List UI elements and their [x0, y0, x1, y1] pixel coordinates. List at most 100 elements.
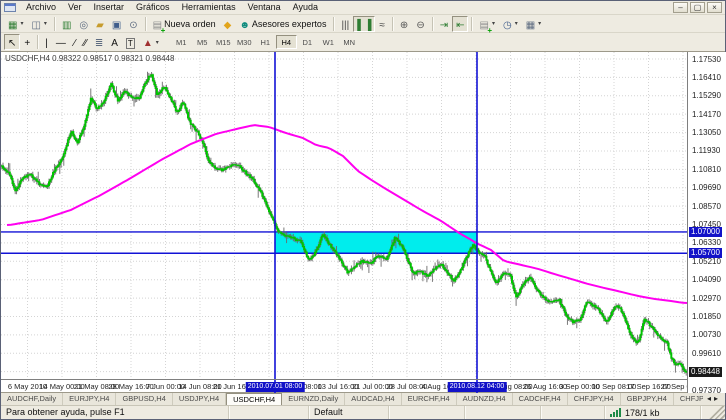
- price-axis-label: 1.01850: [692, 312, 721, 321]
- market-watch-button[interactable]: ▥: [58, 16, 75, 32]
- menu-items: ArchivoVerInsertarGráficosHerramientasVe…: [20, 1, 324, 14]
- new-chart-dropdown-icon[interactable]: ▾: [20, 20, 23, 27]
- new-chart-button[interactable]: ▦▾: [4, 16, 27, 32]
- navigator-button[interactable]: ▰: [92, 16, 108, 32]
- timeframe-m1[interactable]: M1: [171, 35, 192, 49]
- price-axis-label: 0.99610: [692, 349, 721, 358]
- chart-shift-button[interactable]: ⇤: [452, 16, 468, 32]
- chart-tab-gbpusd-h4[interactable]: GBPUSD,H4: [116, 393, 172, 405]
- chart-area[interactable]: USDCHF,H4 0.98322 0.98517 0.98321 0.9844…: [1, 52, 725, 393]
- tab-scroll-arrows[interactable]: ◂▸: [703, 393, 725, 405]
- timeframe-m5[interactable]: M5: [192, 35, 213, 49]
- periods-icon: ◷: [503, 20, 512, 31]
- timeframe-d1[interactable]: D1: [297, 35, 318, 49]
- horizontal-line-tool-button[interactable]: —: [52, 34, 70, 50]
- arrows-tool-dropdown-icon[interactable]: ▾: [156, 39, 159, 46]
- toolbar-separator: [145, 17, 146, 31]
- status-profile[interactable]: Default: [309, 406, 389, 419]
- templates-dropdown-icon[interactable]: ▾: [538, 20, 541, 27]
- minimize-button[interactable]: –: [673, 2, 688, 13]
- menu-archivo[interactable]: Archivo: [20, 1, 62, 14]
- market-watch-icon: ▥: [62, 20, 71, 31]
- templates-button[interactable]: ▦▾: [522, 16, 545, 32]
- mt4-window: ArchivoVerInsertarGráficosHerramientasVe…: [0, 0, 726, 420]
- profiles-button[interactable]: ◫▾: [27, 16, 50, 32]
- tab-scroll-right-icon[interactable]: ▸: [714, 394, 721, 403]
- periods-dropdown-icon[interactable]: ▾: [515, 20, 518, 27]
- candlestick-mode-button[interactable]: ▌▐: [353, 16, 375, 32]
- terminal-icon: ▣: [112, 20, 121, 31]
- tab-scroll-left-icon[interactable]: ◂: [707, 394, 714, 403]
- strategy-tester-button[interactable]: ⊙: [125, 16, 141, 32]
- vertical-line-tool-button[interactable]: |: [41, 34, 52, 50]
- timeframe-h4[interactable]: H4: [276, 35, 297, 49]
- chart-tab-audcad-h4[interactable]: AUDCAD,H4: [345, 393, 401, 405]
- expert-advisors-button[interactable]: ☻Asesores expertos: [235, 16, 330, 32]
- periods-button[interactable]: ◷▾: [499, 16, 522, 32]
- timeframe-m30[interactable]: M30: [234, 35, 255, 49]
- chart-tab-usdjpy-h4[interactable]: USDJPY,H4: [173, 393, 226, 405]
- indicators-button[interactable]: ▤+▾: [475, 16, 498, 32]
- chart-tab-audchf-daily[interactable]: AUDCHF,Daily: [1, 393, 63, 405]
- templates-icon: ▦: [526, 20, 535, 31]
- channel-tool-button[interactable]: ∕∕: [80, 34, 91, 50]
- new-order-button[interactable]: ▤+Nueva orden: [149, 16, 220, 32]
- price-axis[interactable]: 1.175301.164101.152901.141701.130501.119…: [687, 52, 726, 393]
- new-order-label: Nueva orden: [164, 19, 216, 29]
- crosshair-icon: +: [24, 38, 30, 49]
- timeframe-mn[interactable]: MN: [339, 35, 360, 49]
- profiles-icon: ◫: [31, 20, 40, 31]
- menu-herramientas[interactable]: Herramientas: [176, 1, 242, 14]
- close-button[interactable]: ×: [707, 2, 722, 13]
- timeframe-w1[interactable]: W1: [318, 35, 339, 49]
- time-axis[interactable]: 6 May 201014 May 00:0021 May 08:0028 May…: [1, 380, 687, 393]
- timeframe-m15[interactable]: M15: [213, 35, 234, 49]
- price-axis-label: 1.11930: [692, 146, 720, 155]
- text-tool-button[interactable]: A: [107, 34, 122, 50]
- arrows-tool-button[interactable]: ▲▾: [139, 34, 163, 50]
- chart-tab-eurnzd-daily[interactable]: EURNZD,Daily: [282, 393, 345, 405]
- zoom-in-button[interactable]: ⊕: [396, 16, 412, 32]
- metaeditor-button[interactable]: ◆: [220, 16, 236, 32]
- cursor-button[interactable]: ↖: [4, 34, 20, 50]
- chart-tab-gbpjpy-h4[interactable]: GBPJPY,H4: [621, 393, 674, 405]
- profiles-dropdown-icon[interactable]: ▾: [44, 20, 47, 27]
- menu-gr-ficos[interactable]: Gráficos: [130, 1, 176, 14]
- menu-ventana[interactable]: Ventana: [242, 1, 287, 14]
- chart-tab-eurjpy-h4[interactable]: EURJPY,H4: [63, 393, 116, 405]
- chart-ohlc-title: USDCHF,H4 0.98322 0.98517 0.98321 0.9844…: [5, 54, 174, 63]
- plus-badge-icon: +: [487, 27, 492, 35]
- menu-insertar[interactable]: Insertar: [88, 1, 131, 14]
- zoom-in-icon: ⊕: [400, 20, 408, 31]
- trendline-tool-button[interactable]: ∕: [70, 34, 80, 50]
- hline-price-tag: 1.07000: [689, 227, 722, 237]
- bar-chart-mode-button[interactable]: |||: [337, 16, 353, 32]
- fibonacci-tool-button[interactable]: ≣: [91, 34, 107, 50]
- price-axis-label: 1.13050: [692, 128, 721, 137]
- status-cell-empty-1: [229, 406, 309, 419]
- chart-tab-usdchf-h4[interactable]: USDCHF,H4: [226, 393, 282, 405]
- label-tool-button[interactable]: T: [122, 34, 139, 50]
- auto-scroll-button[interactable]: ⇥: [436, 16, 452, 32]
- chart-tab-audnzd-h4[interactable]: AUDNZD,H4: [457, 393, 513, 405]
- terminal-button[interactable]: ▣: [108, 16, 125, 32]
- timeframe-bar: M1M5M15M30H1H4D1W1MN: [171, 35, 360, 49]
- resize-grip[interactable]: [701, 406, 725, 419]
- chart-tab-eurchf-h4[interactable]: EURCHF,H4: [402, 393, 457, 405]
- indicators-dropdown-icon[interactable]: ▾: [492, 20, 495, 27]
- vertical-line-tool-icon: |: [45, 38, 48, 49]
- menu-ayuda[interactable]: Ayuda: [287, 1, 324, 14]
- data-window-button[interactable]: ◎: [75, 16, 92, 32]
- strategy-tester-icon: ⊙: [129, 20, 137, 31]
- chart-tab-chfjpy-h4[interactable]: CHFJPY,H4: [568, 393, 621, 405]
- chart-tab-cadchf-h4[interactable]: CADCHF,H4: [513, 393, 568, 405]
- timeframe-h1[interactable]: H1: [255, 35, 276, 49]
- menu-ver[interactable]: Ver: [62, 1, 88, 14]
- restore-button[interactable]: ▢: [690, 2, 705, 13]
- line-chart-mode-button[interactable]: ≈: [375, 16, 389, 32]
- chart-canvas[interactable]: [1, 52, 687, 393]
- zoom-out-button[interactable]: ⊖: [412, 16, 428, 32]
- cursor-icon: ↖: [8, 38, 16, 49]
- crosshair-button[interactable]: +: [20, 34, 34, 50]
- chart-shift-icon: ⇤: [456, 20, 464, 31]
